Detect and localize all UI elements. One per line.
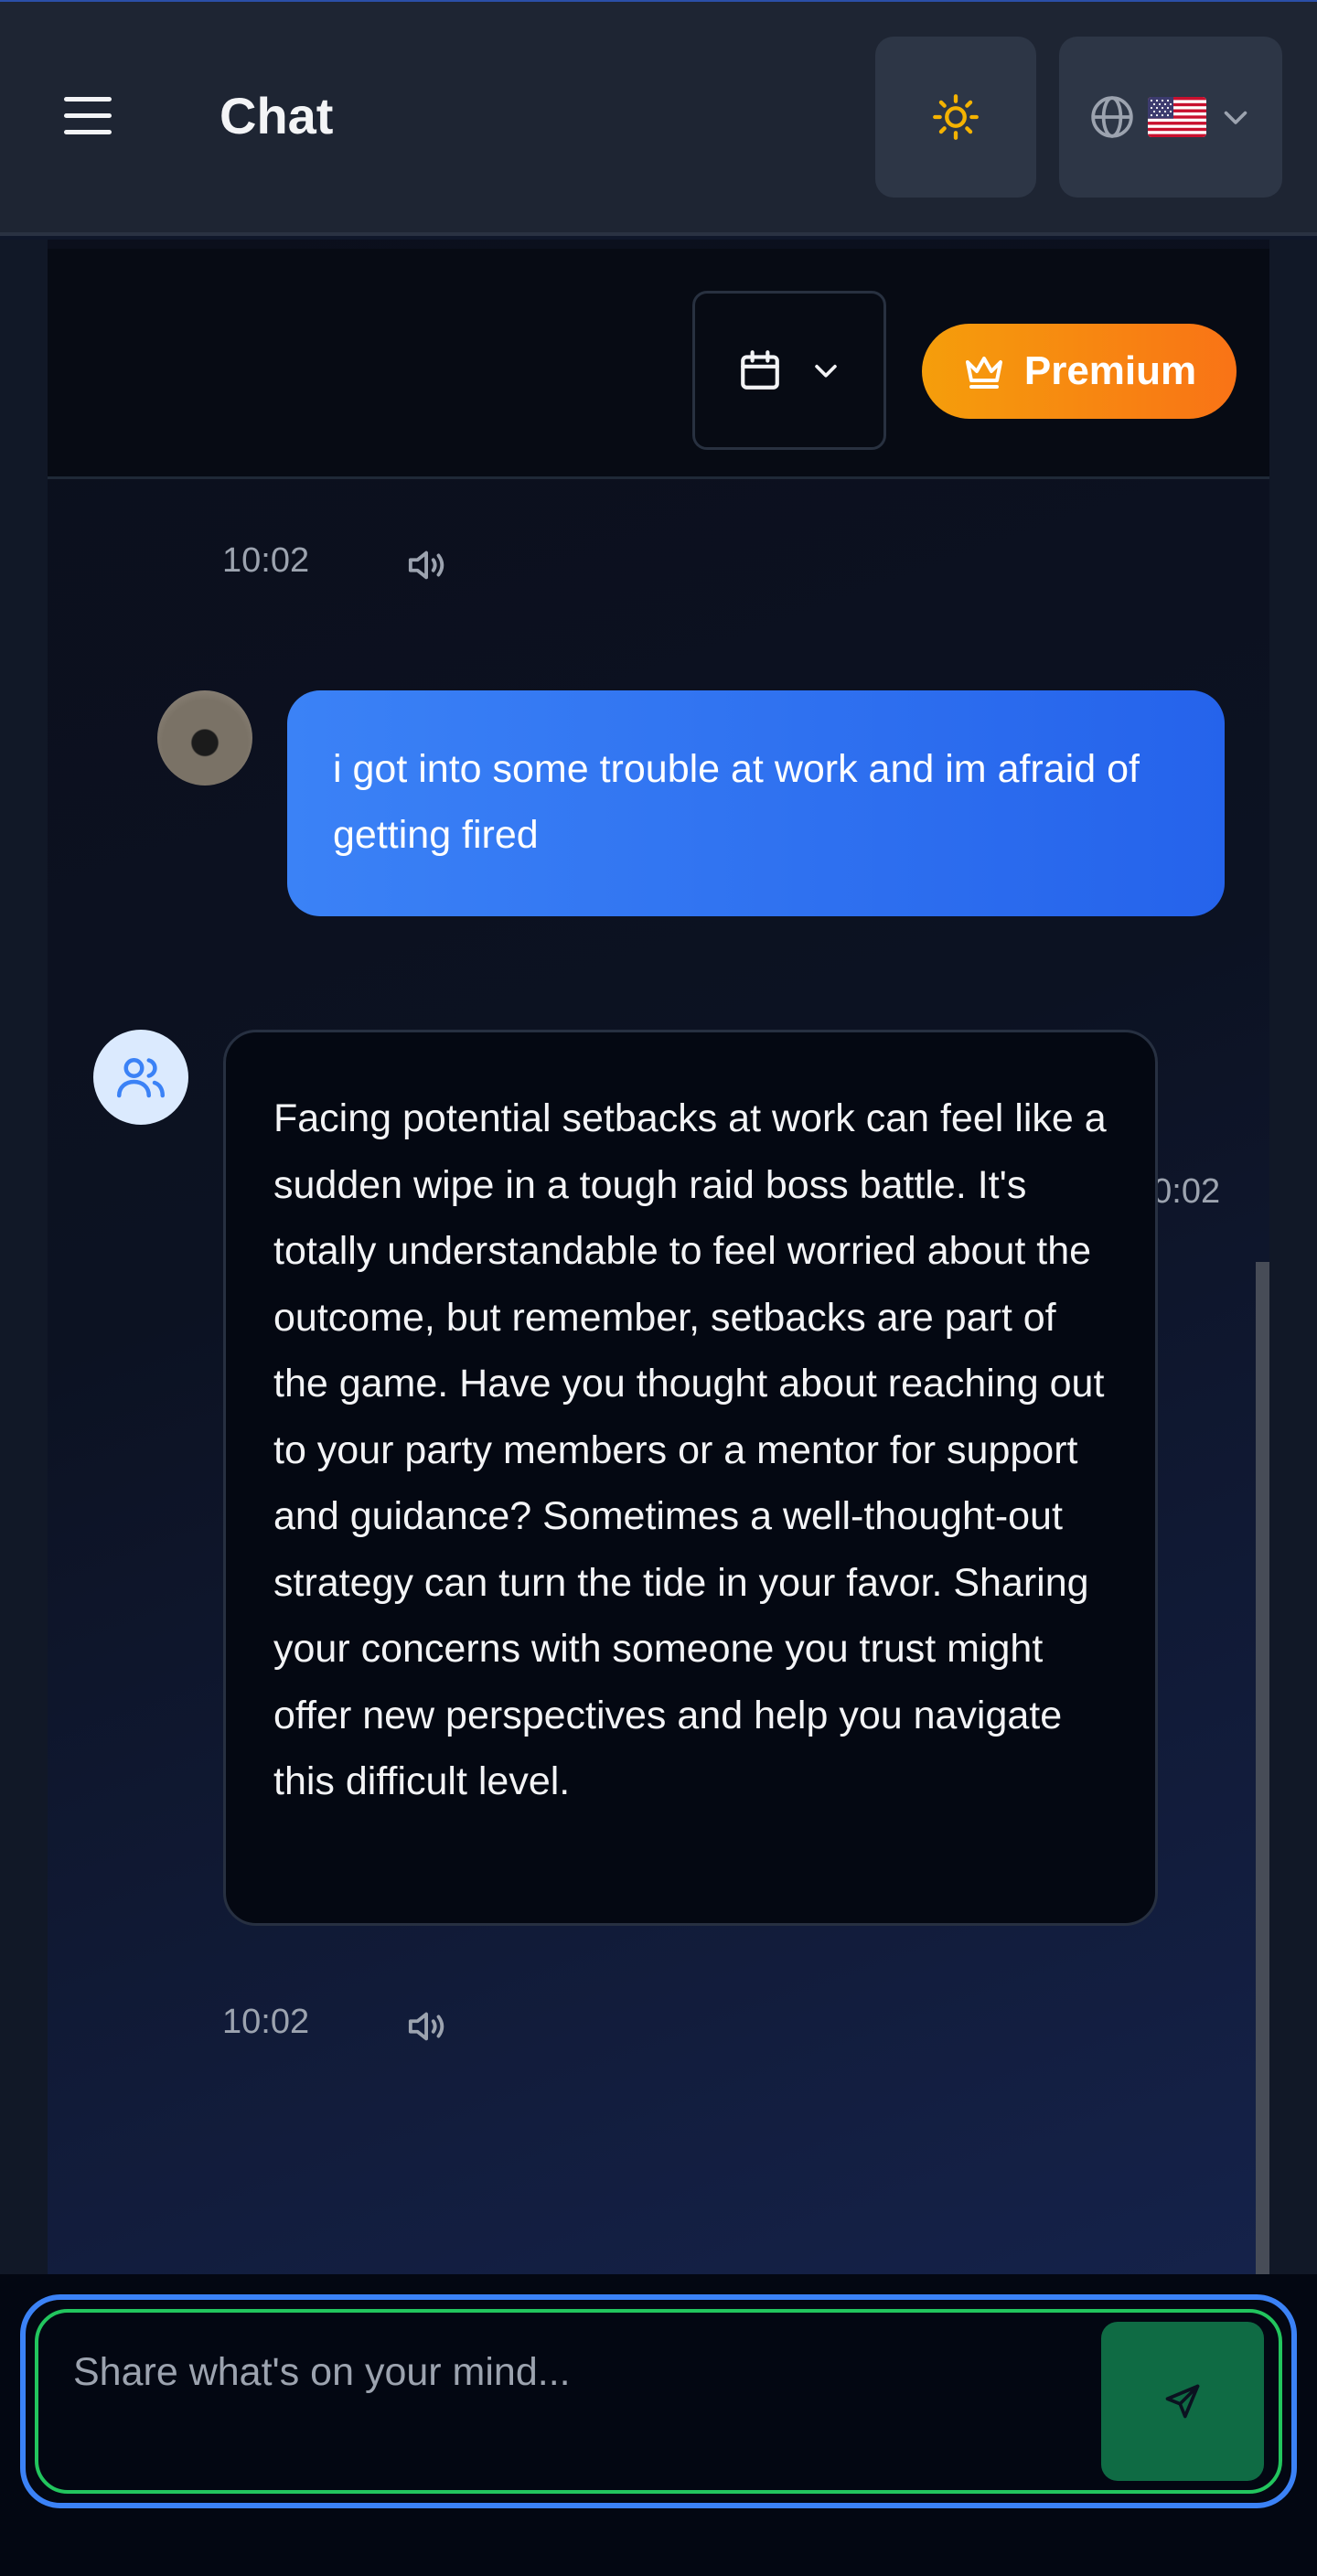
message-timestamp: 10:02 <box>222 2003 310 2041</box>
composer-focus-ring <box>20 2294 1297 2508</box>
sun-icon <box>933 94 979 140</box>
premium-label: Premium <box>1023 348 1197 393</box>
chevron-down-icon <box>815 364 837 378</box>
composer-area <box>0 2274 1317 2576</box>
assistant-message-bubble: Facing potential setbacks at work can fe… <box>223 1030 1158 1926</box>
date-filter-button[interactable] <box>692 291 886 450</box>
globe-icon <box>1091 96 1133 138</box>
chat-area: Premium 10:02 i got into some trouble at… <box>0 240 1317 2274</box>
theme-toggle-button[interactable] <box>875 37 1036 198</box>
speaker-icon[interactable] <box>404 544 452 586</box>
app-header: Chat <box>0 0 1317 236</box>
send-icon <box>1165 2384 1200 2419</box>
language-selector[interactable] <box>1059 37 1282 198</box>
us-flag-icon <box>1148 97 1206 137</box>
speaker-icon[interactable] <box>404 2005 452 2047</box>
composer-box <box>35 2309 1282 2494</box>
premium-button[interactable]: Premium <box>922 324 1237 419</box>
send-button[interactable] <box>1101 2322 1264 2481</box>
chat-panel: Premium 10:02 i got into some trouble at… <box>48 240 1269 2274</box>
calendar-icon <box>741 350 779 390</box>
chat-toolbar: Premium <box>48 249 1269 479</box>
user-message-bubble: i got into some trouble at work and im a… <box>287 690 1225 916</box>
page-title: Chat <box>220 87 334 144</box>
crown-icon <box>965 357 1002 389</box>
assistant-avatar <box>93 1030 188 1125</box>
scrollbar[interactable] <box>1256 1262 1269 2274</box>
user-avatar <box>157 690 252 786</box>
message-input[interactable] <box>73 2340 1079 2404</box>
users-icon <box>117 1058 165 1098</box>
hamburger-menu-icon[interactable] <box>64 97 112 139</box>
message-timestamp: 10:02 <box>222 541 310 580</box>
chevron-down-icon <box>1224 111 1247 124</box>
